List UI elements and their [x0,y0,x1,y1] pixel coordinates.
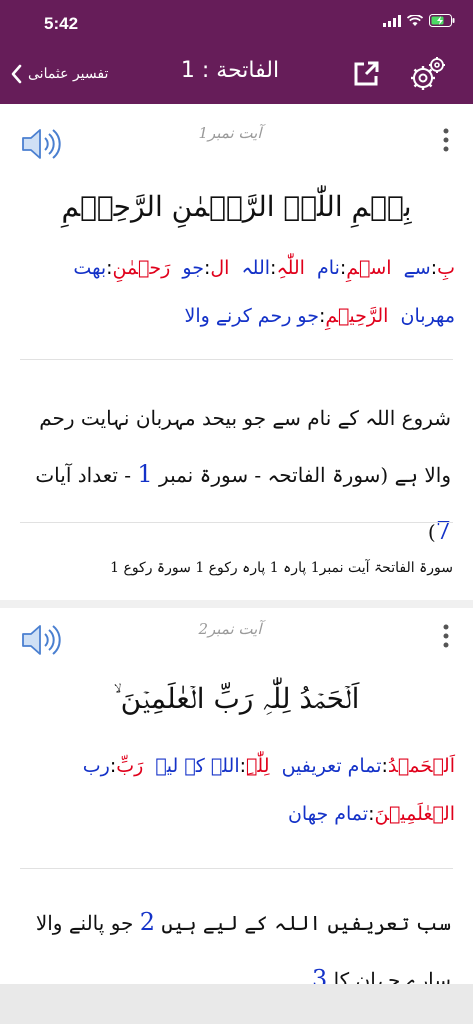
wbw-arabic: اَلۡحَمۡدُ [387,755,455,777]
divider [20,359,453,360]
footnote-number[interactable]: 3 [312,965,327,984]
wbw-urdu: تمام جهان [287,803,369,825]
arabic-verse: اَلۡحَمۡدُ لِلّٰہِ رَبِّ الۡعٰلَمِیۡنَ ۙ [113,682,360,715]
wbw-arabic: رَحۡمٰنِ [112,257,171,279]
status-icons [383,14,455,27]
more-options-icon[interactable] [440,126,452,154]
ayah-card: آیت نمبر1 بِسۡمِ اللّٰہِ الرَّحۡمٰنِ الر… [0,104,473,600]
wbw-arabic: بِ [437,257,455,279]
ayah-list[interactable]: آیت نمبر1 بِسۡمِ اللّٰہِ الرَّحۡمٰنِ الر… [0,104,473,984]
wbw-urdu: نام [317,257,340,279]
translation-text: - تعداد آیات [35,463,132,487]
more-options-icon[interactable] [440,622,452,650]
wbw-urdu: تمام تعریفیں [281,755,382,777]
settings-gear-icon[interactable] [408,54,448,94]
footnote-number[interactable]: 2 [140,908,155,936]
speaker-icon[interactable] [20,124,64,164]
status-bar: 5:42 [0,0,473,44]
wbw-arabic: الۡعٰلَمِیۡنَ [374,803,455,825]
share-icon[interactable] [352,60,380,88]
section-separator [0,600,473,608]
ayah-reference: سورۃ الفاتحۃ آیت نمبر1 پارہ 1 پارہ رکوع … [110,560,453,576]
wbw-urdu: اللہ [241,257,271,279]
ayah-number-label: آیت نمبر2 [198,620,262,638]
back-label: تفسیر عثمانی [28,66,109,82]
ayah-card: آیت نمبر2 اَلۡحَمۡدُ لِلّٰہِ رَبِّ الۡعٰ… [0,608,473,984]
ayah-number-label: آیت نمبر1 [198,124,262,142]
wbw-arabic: رَبِّ [116,755,144,777]
chevron-left-icon [11,64,22,84]
translation-text: سب تعریفیں اللہ کے لیے ہیں [161,911,451,935]
wbw-arabic: اللّٰہِ [276,257,305,279]
translation-text: ) [427,520,436,544]
wbw-urdu: رب [82,755,110,777]
surah-number: 1 [137,460,153,488]
urdu-translation: شروع اللہ کے نام سے جو بیحد مہربان نہایت… [22,390,451,560]
status-time: 5:42 [44,14,79,33]
wbw-arabic: لِلّٰہِ [246,755,270,777]
speaker-icon[interactable] [20,620,64,660]
wbw-arabic: اسۡمِ [346,257,392,279]
wifi-icon [407,14,423,26]
wbw-arabic: الرَّحِیۡمِ [325,305,389,327]
word-by-word-translation: اَلۡحَمۡدُ:تمام تعریفیں لِلّٰہِ:اللہ کے … [82,755,455,825]
wbw-urdu: سے [403,257,431,279]
wbw-arabic: ال [210,257,230,279]
home-indicator-area [0,984,473,1024]
back-button[interactable]: تفسیر عثمانی [10,58,108,90]
navigation-bar: تفسیر عثمانی الفاتحة : 1 [0,44,473,104]
divider [20,522,453,523]
word-by-word-translation: بِ:سے اسۡمِ:نام اللّٰہِ:اللہ ال:جو رَحۡم… [73,257,455,327]
urdu-translation: سب تعریفیں اللہ کے لیے ہیں 2 جو پالنے وا… [22,894,451,984]
signal-icon [383,14,401,27]
page-title: الفاتحة : 1 [180,58,280,83]
wbw-urdu: جو رحم کرنے والا [184,305,319,327]
wbw-urdu: جو [182,257,204,279]
wbw-urdu: اللہ کے لیے [155,755,240,777]
divider [20,868,453,869]
arabic-verse: بِسۡمِ اللّٰہِ الرَّحۡمٰنِ الرَّحِیۡمِ [61,190,412,223]
battery-charging-icon [429,14,455,27]
